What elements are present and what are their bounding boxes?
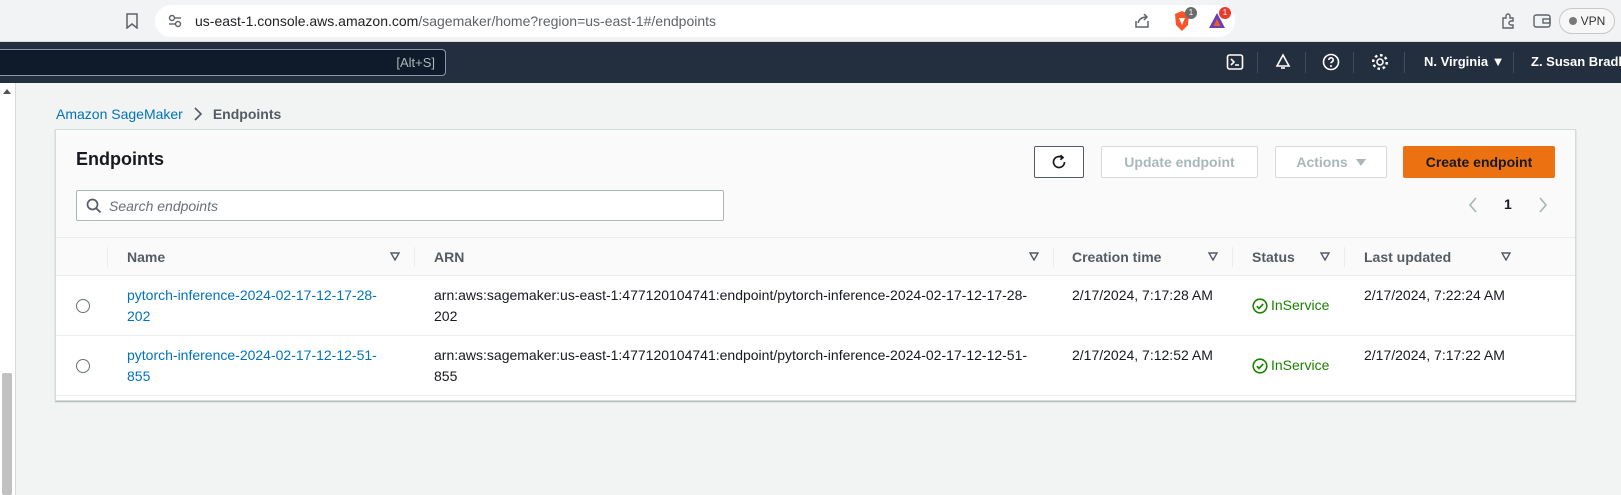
status-label: InService: [1271, 297, 1330, 313]
browser-toolbar: us-east-1.console.aws.amazon.com/sagemak…: [0, 0, 1621, 42]
nav-divider: [1305, 52, 1306, 73]
url-path: /sagemaker/home?region=us-east-1#/endpoi…: [418, 13, 717, 29]
endpoint-name-link[interactable]: pytorch-inference-2024-02-17-12-17-28-20…: [127, 285, 397, 327]
nav-divider: [1257, 52, 1258, 73]
pagination: 1: [1468, 193, 1558, 217]
refresh-icon: [1052, 154, 1066, 169]
wallet-icon[interactable]: [1533, 13, 1551, 29]
help-icon[interactable]: [1322, 53, 1340, 71]
column-header-last-updated[interactable]: Last updated: [1364, 238, 1451, 276]
row-select-radio[interactable]: [76, 359, 90, 373]
sort-down-icon[interactable]: [1320, 252, 1330, 261]
status-success-icon: [1252, 297, 1268, 314]
sort-down-icon[interactable]: [1208, 252, 1218, 261]
column-header-status[interactable]: Status: [1252, 238, 1295, 276]
endpoint-creation-time: 2/17/2024, 7:12:52 AM: [1072, 347, 1213, 363]
update-endpoint-button[interactable]: Update endpoint: [1101, 146, 1258, 178]
extensions-icon[interactable]: [1500, 12, 1518, 30]
endpoint-status: InService: [1252, 355, 1329, 376]
vpn-label: VPN: [1580, 14, 1606, 28]
endpoints-panel: Endpoints Update endpoint Actions Create…: [55, 129, 1576, 401]
column-divider: [414, 247, 415, 267]
row-select-radio[interactable]: [76, 299, 90, 313]
side-navigation-scrollbar[interactable]: [0, 83, 16, 495]
aws-top-navigation: [Alt+S] N. Virginia ▼ Z. Susan Bradley: [0, 42, 1621, 83]
endpoint-arn: arn:aws:sagemaker:us-east-1:477120104741…: [434, 287, 1028, 324]
endpoint-last-updated: 2/17/2024, 7:22:24 AM: [1364, 287, 1505, 303]
nav-divider: [1404, 52, 1405, 73]
sort-down-icon[interactable]: [1501, 252, 1511, 261]
cloudshell-icon[interactable]: [1226, 53, 1244, 71]
url-text: us-east-1.console.aws.amazon.com/sagemak…: [195, 13, 716, 29]
status-label: InService: [1271, 357, 1330, 373]
column-header-arn[interactable]: ARN: [434, 238, 464, 276]
actions-dropdown-button[interactable]: Actions: [1275, 146, 1387, 178]
search-shortcut-hint: [Alt+S]: [396, 55, 435, 70]
url-host: us-east-1.console.aws.amazon.com: [195, 13, 419, 29]
endpoint-creation-time: 2/17/2024, 7:17:28 AM: [1072, 287, 1213, 303]
create-endpoint-button[interactable]: Create endpoint: [1403, 146, 1555, 178]
settings-gear-icon[interactable]: [1371, 53, 1389, 71]
sort-down-icon[interactable]: [390, 252, 400, 261]
search-icon: [86, 198, 102, 214]
endpoint-last-updated: 2/17/2024, 7:17:22 AM: [1364, 347, 1505, 363]
vpn-status-dot: [1568, 17, 1577, 25]
bookmark-icon[interactable]: [126, 13, 138, 29]
column-divider: [107, 247, 108, 267]
share-icon[interactable]: [1133, 12, 1151, 30]
caret-down-icon: [1355, 158, 1366, 166]
chevron-right-icon: [194, 107, 202, 121]
breadcrumb-current: Endpoints: [212, 106, 282, 122]
breadcrumb-sagemaker-link[interactable]: Amazon SageMaker: [56, 106, 183, 122]
search-endpoints-field[interactable]: [76, 190, 724, 221]
panel-header: Endpoints Update endpoint Actions Create…: [56, 130, 1575, 238]
chevron-left-icon[interactable]: [1468, 197, 1478, 213]
endpoint-status: InService: [1252, 295, 1329, 316]
current-page-number[interactable]: 1: [1504, 196, 1512, 212]
aws-search-bar[interactable]: [Alt+S]: [0, 49, 446, 76]
nav-divider: [1353, 52, 1354, 73]
scroll-up-arrow-icon[interactable]: [3, 89, 11, 94]
search-input[interactable]: [109, 191, 709, 220]
table-row[interactable]: pytorch-inference-2024-02-17-12-17-28-20…: [56, 276, 1575, 336]
page-title: Endpoints: [76, 149, 164, 169]
address-bar[interactable]: us-east-1.console.aws.amazon.com/sagemak…: [155, 5, 1235, 37]
column-header-creation-time[interactable]: Creation time: [1072, 238, 1161, 276]
actions-label: Actions: [1296, 154, 1348, 170]
table-header: Name ARN Creation time Status Last updat…: [56, 238, 1575, 276]
refresh-button[interactable]: [1034, 146, 1084, 178]
column-divider: [1232, 247, 1233, 267]
brave-shields-badge: 1: [1185, 7, 1197, 19]
brave-rewards-badge: 1: [1219, 7, 1231, 19]
scrollbar-thumb[interactable]: [2, 373, 12, 495]
column-header-name[interactable]: Name: [127, 238, 165, 276]
sort-down-icon[interactable]: [1029, 252, 1039, 261]
status-success-icon: [1252, 357, 1268, 374]
column-divider: [1344, 247, 1345, 267]
site-info-icon[interactable]: [167, 13, 183, 29]
breadcrumb: Amazon SageMaker Endpoints: [56, 106, 281, 122]
table-row[interactable]: pytorch-inference-2024-02-17-12-12-51-85…: [56, 336, 1575, 396]
account-menu[interactable]: Z. Susan Bradley: [1531, 54, 1621, 69]
chevron-right-icon[interactable]: [1538, 197, 1548, 213]
endpoint-name-link[interactable]: pytorch-inference-2024-02-17-12-12-51-85…: [127, 345, 397, 387]
endpoint-arn: arn:aws:sagemaker:us-east-1:477120104741…: [434, 347, 1028, 384]
nav-divider: [1513, 52, 1514, 73]
vpn-button[interactable]: VPN: [1559, 8, 1615, 34]
region-selector[interactable]: N. Virginia ▼: [1424, 54, 1505, 69]
notifications-bell-icon[interactable]: [1274, 53, 1292, 71]
column-divider: [1053, 247, 1054, 267]
